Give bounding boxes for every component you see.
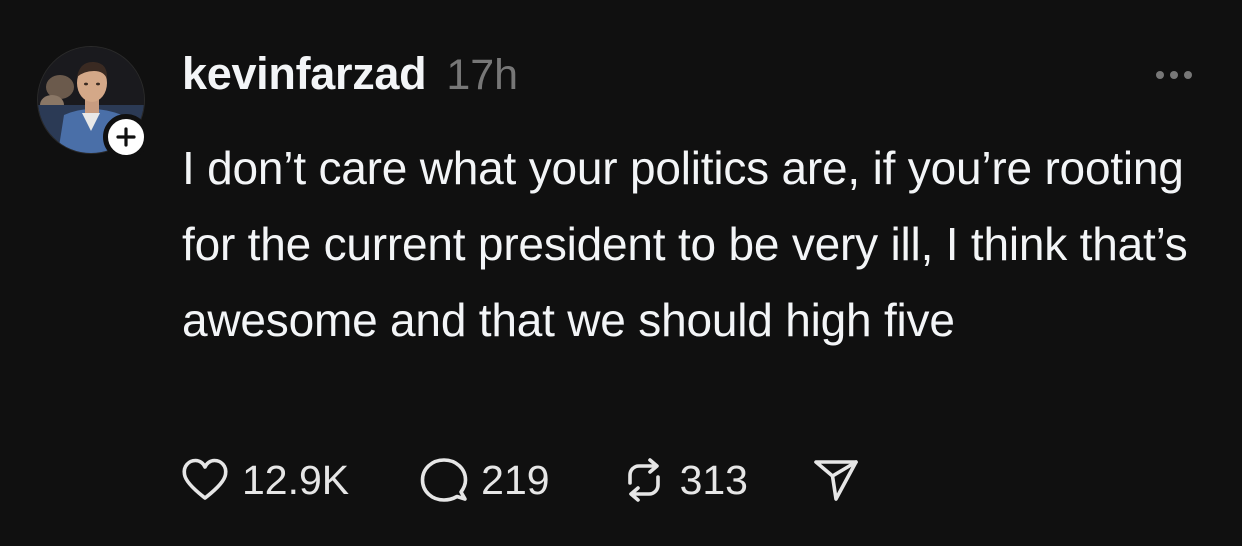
- timestamp: 17h: [446, 51, 519, 99]
- repost-arrows-icon: [620, 457, 668, 503]
- repost-count: 313: [679, 456, 748, 503]
- follow-button[interactable]: [103, 114, 149, 160]
- like-count: 12.9K: [242, 456, 350, 503]
- username[interactable]: kevinfarzad: [182, 48, 427, 100]
- thread-post: kevinfarzad 17h I don’t care what your p…: [0, 0, 1242, 546]
- repost-button[interactable]: 313: [620, 457, 748, 504]
- paper-plane-icon: [812, 457, 860, 503]
- more-options-button[interactable]: [1150, 66, 1198, 86]
- avatar-container: [37, 46, 149, 160]
- plus-icon: [115, 126, 137, 148]
- post-text: I don’t care what your politics are, if …: [182, 142, 1188, 346]
- share-button[interactable]: [812, 457, 860, 503]
- ellipsis-icon: [1154, 67, 1194, 85]
- speech-bubble-icon: [419, 456, 469, 504]
- action-bar: 12.9K 219 313: [180, 452, 860, 508]
- reply-count: 219: [481, 456, 550, 503]
- heart-icon: [180, 457, 230, 503]
- reply-button[interactable]: 219: [419, 456, 550, 504]
- post-header: kevinfarzad 17h: [182, 48, 518, 106]
- like-button[interactable]: 12.9K: [180, 457, 349, 504]
